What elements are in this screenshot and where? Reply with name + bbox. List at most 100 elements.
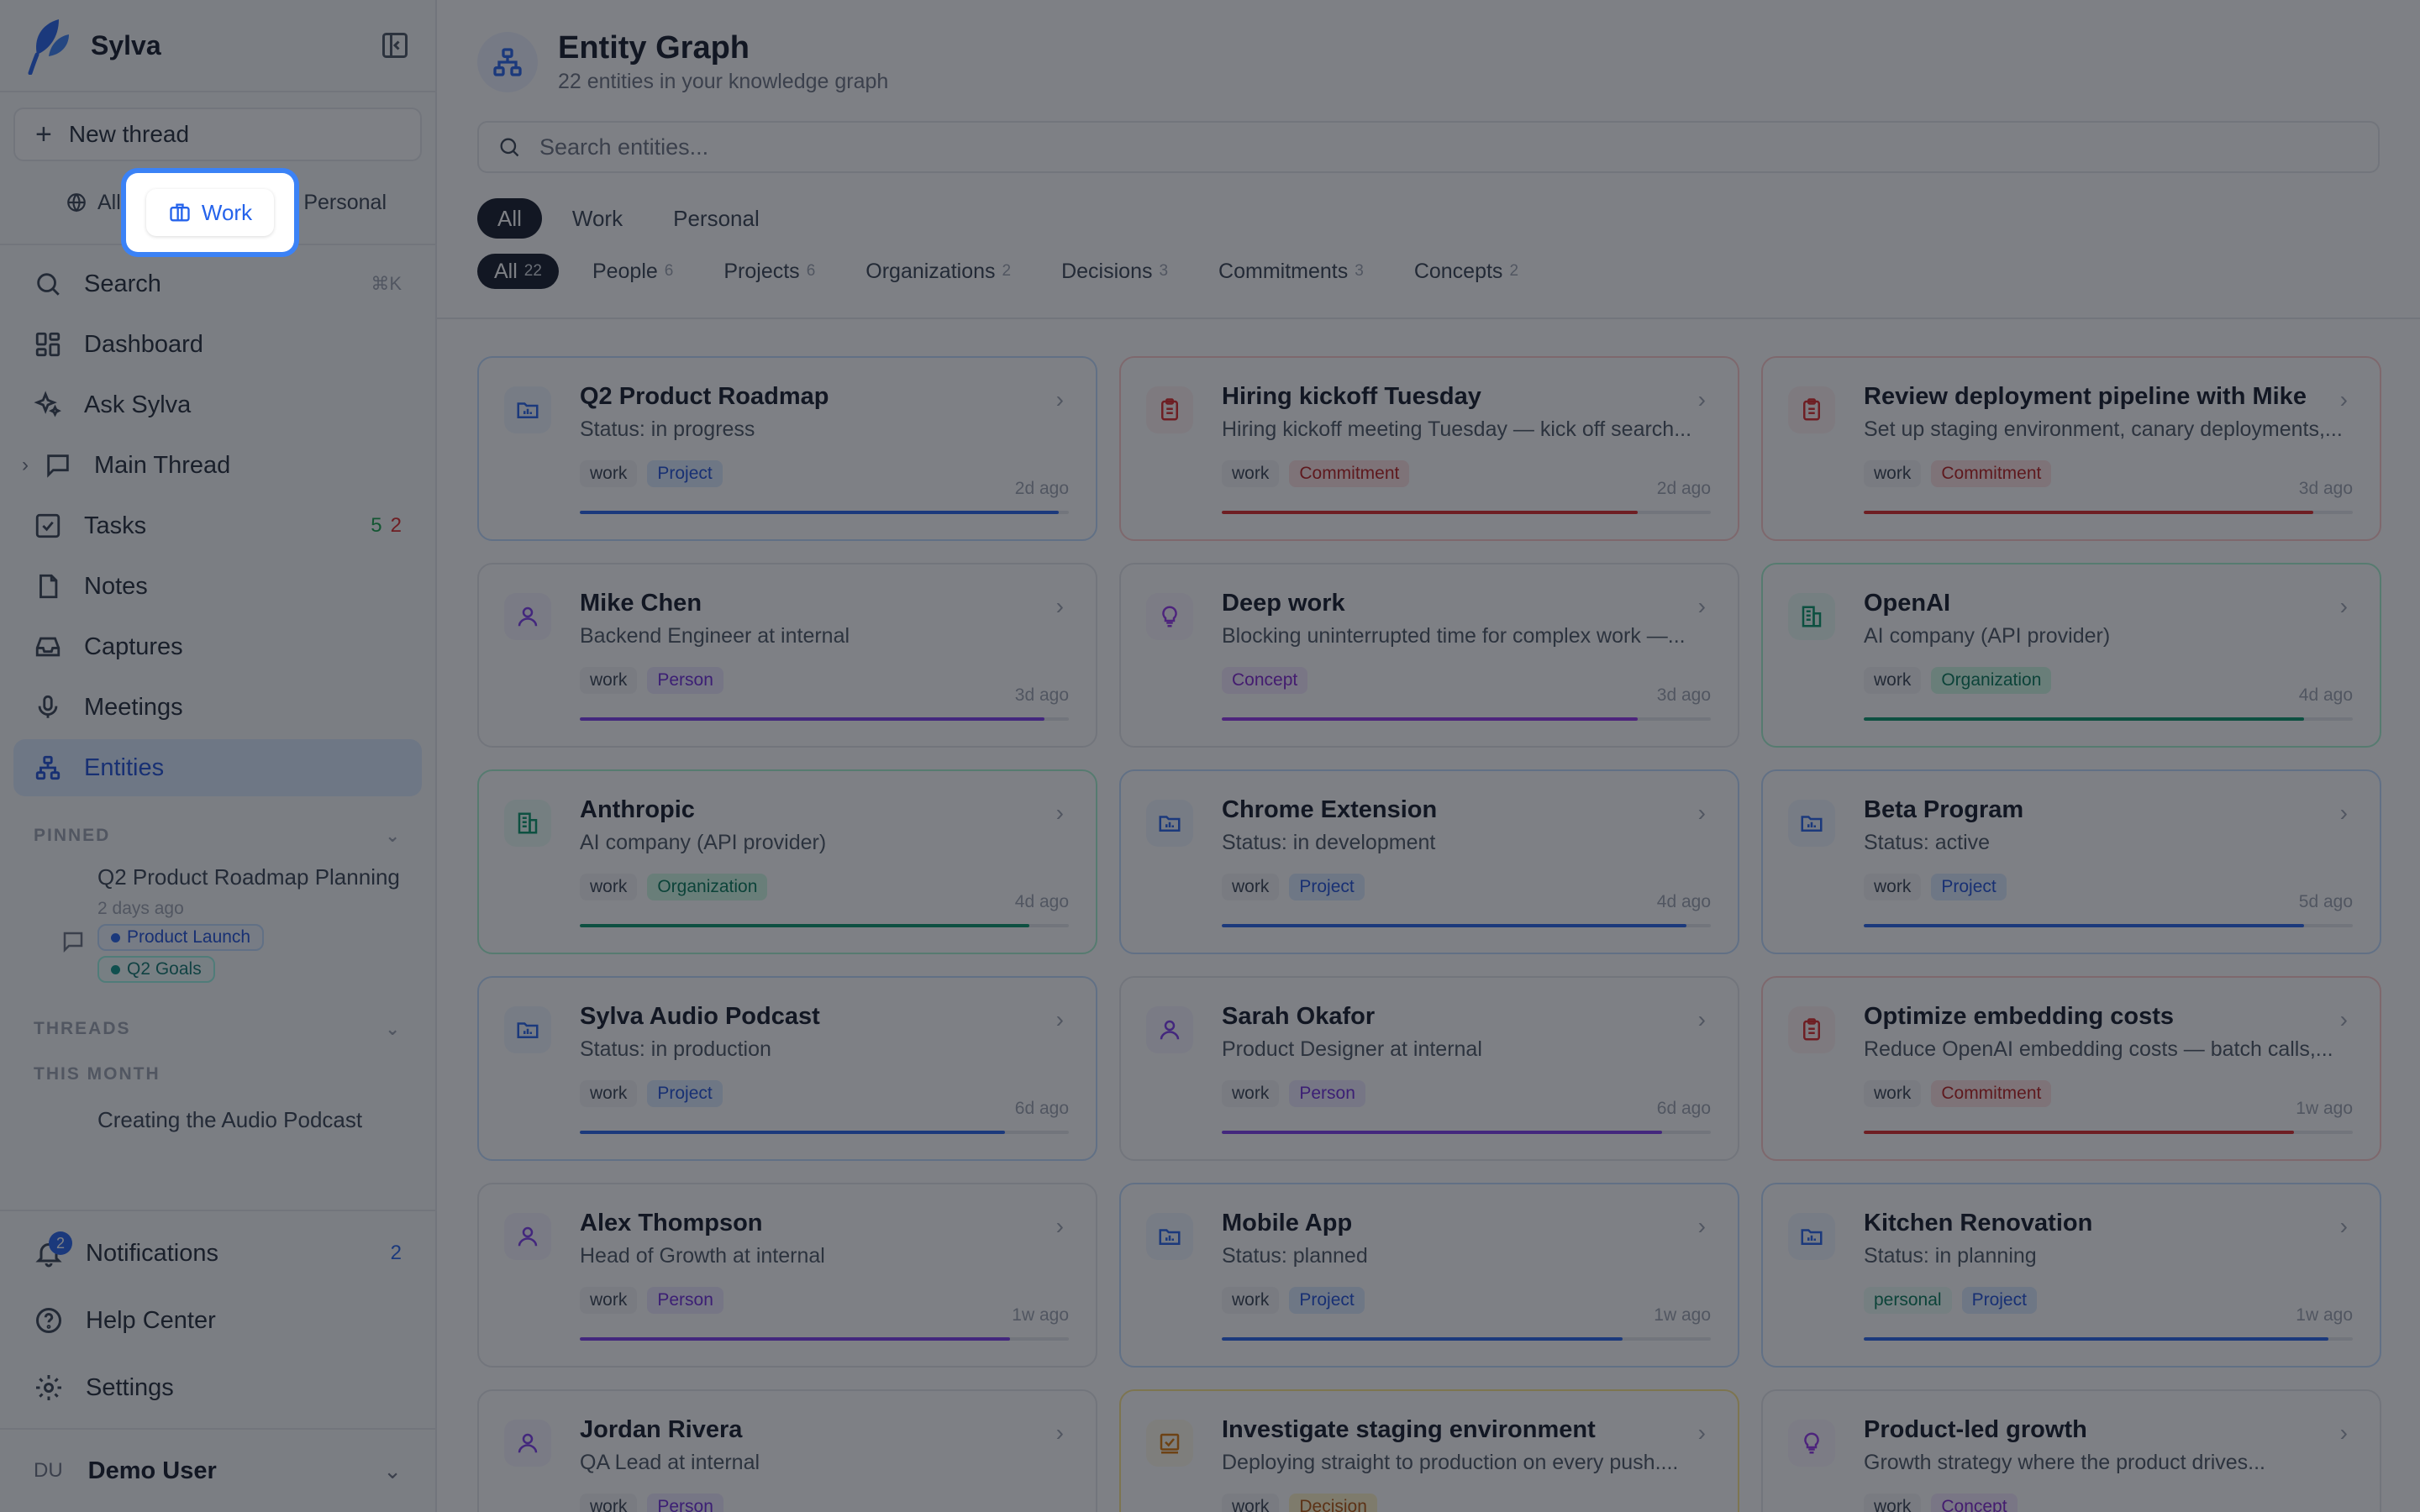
pinned-section-header[interactable]: PINNED ⌄ [0,815,435,857]
tag-dot [111,932,120,942]
nav-main-thread[interactable]: › Main Thread [13,437,422,494]
entity-title: Hiring kickoff Tuesday [1222,383,1481,410]
progress-fill [580,1131,1006,1134]
type-tab-concepts[interactable]: Concepts 2 [1397,254,1535,289]
nav-captures[interactable]: Captures [13,618,422,675]
nav-notes-label: Notes [84,572,148,600]
entity-time: 6d ago [1656,1099,1711,1118]
entity-title: Optimize embedding costs [1864,1003,2174,1030]
type-tag: Concept [1222,667,1308,694]
threads-label: THREADS [34,1019,131,1038]
collapse-sidebar-icon[interactable] [380,30,410,60]
progress-fill [580,717,1044,721]
entity-tags: work Decision [1222,1494,1711,1512]
entity-time: 1w ago [2296,1305,2353,1325]
search-input[interactable] [539,134,2360,160]
entity-card[interactable]: Sarah Okafor Product Designer at internal… [1119,976,1739,1161]
nav-search[interactable]: Search ⌘K [13,255,422,312]
type-tag: Commitment [1289,460,1410,487]
entity-subtitle: Growth strategy where the product drives… [1864,1451,2265,1474]
nav-settings[interactable]: Settings [0,1354,435,1421]
tag-q2-goals[interactable]: Q2 Goals [97,956,215,983]
type-tab-commitments[interactable]: Commitments 3 [1202,254,1381,289]
entity-title: Product-led growth [1864,1416,2087,1443]
chevron-down-icon: ⌄ [385,1019,402,1039]
nav-notifications[interactable]: 2 Notifications 2 [0,1220,435,1287]
user-icon [504,593,551,640]
entity-subtitle: Status: in planning [1864,1244,2037,1268]
nav-help-center[interactable]: Help Center [0,1287,435,1354]
entity-card[interactable]: Alex Thompson Head of Growth at internal ›… [477,1183,1097,1368]
entity-card[interactable]: Mike Chen Backend Engineer at internal › wo… [477,563,1097,748]
chevron-right-icon[interactable]: › [22,454,39,477]
entity-subtitle: Deploying straight to production on ever… [1222,1451,1679,1474]
pinned-thread[interactable]: Q2 Product Roadmap Planning 2 days ago P… [0,857,435,983]
progress-fill [1864,511,2314,514]
scope-tab-personal[interactable]: Personal [653,198,780,239]
tag-label: Q2 Goals [127,959,202,979]
entity-card[interactable]: Investigate staging environment Deploying… [1119,1389,1739,1512]
entity-search[interactable] [477,121,2380,173]
scope-tab-work[interactable]: Work [552,198,643,239]
entity-card[interactable]: Sylva Audio Podcast Status: in production… [477,976,1097,1161]
nav-notes[interactable]: Notes [13,558,422,615]
scope-all[interactable]: All [50,179,136,226]
type-tab-label: Projects [723,259,800,283]
entity-progress-bar [1864,1337,2353,1341]
scope-tab-all[interactable]: All [477,198,542,239]
page-header: Entity Graph 22 entities in your knowled… [437,0,2420,94]
entity-card[interactable]: Hiring kickoff Tuesday Hiring kickoff mee… [1119,356,1739,541]
chevron-right-icon: › [1697,1213,1706,1239]
new-thread-button[interactable]: + New thread [13,108,422,161]
brand-header: Sylva [0,0,435,92]
type-tab-count: 3 [1159,262,1169,280]
threads-section-header[interactable]: THREADS ⌄ [0,1008,435,1050]
entity-progress-bar [580,1337,1069,1341]
progress-fill [1222,717,1638,721]
tag-product-launch[interactable]: Product Launch [97,924,265,951]
entity-card[interactable]: Mobile App Status: planned › work Project 1w … [1119,1183,1739,1368]
scope-work[interactable]: Work [145,189,275,236]
entity-card[interactable]: Deep work Blocking uninterrupted time for… [1119,563,1739,748]
entity-card[interactable]: Optimize embedding costs Reduce OpenAI em… [1761,976,2381,1161]
chevron-right-icon: › [2339,1213,2348,1239]
sparkles-icon [34,391,61,417]
chevron-right-icon: › [1697,1420,1706,1446]
nav-tasks[interactable]: Tasks 52 [13,497,422,554]
entity-card[interactable]: Jordan Rivera QA Lead at internal › work Per… [477,1389,1097,1512]
user-menu[interactable]: DU Demo User ⌄ [0,1428,435,1512]
type-tab-organizations[interactable]: Organizations 2 [849,254,1028,289]
entity-card[interactable]: OpenAI AI company (API provider) › work Orga… [1761,563,2381,748]
entity-progress-bar [580,1131,1069,1134]
nav-entities[interactable]: Entities [13,739,422,796]
user-name: Demo User [87,1457,217,1484]
type-tag: Project [1961,1287,2037,1314]
progress-fill [1864,924,2304,927]
entity-card[interactable]: Anthropic AI company (API provider) › work O… [477,769,1097,954]
entity-card[interactable]: Review deployment pipeline with Mike Set … [1761,356,2381,541]
thread-item[interactable]: Creating the Audio Podcast [0,1107,435,1132]
entity-subtitle: Head of Growth at internal [580,1244,825,1268]
scope-tag: work [1864,1080,1922,1107]
entity-card[interactable]: Kitchen Renovation Status: in planning › pe… [1761,1183,2381,1368]
gear-icon [36,1375,61,1400]
entity-subtitle: AI company (API provider) [1864,624,2111,648]
nav-dashboard[interactable]: Dashboard [13,316,422,373]
entity-tags: work Project [1864,874,2353,900]
nav-meetings[interactable]: Meetings [13,679,422,736]
briefcase-icon [170,203,190,222]
entity-card[interactable]: Chrome Extension Status: in development › w… [1119,769,1739,954]
notifications-count: 2 [390,1242,402,1264]
type-tab-people[interactable]: People 6 [576,254,690,289]
type-tab-decisions[interactable]: Decisions 3 [1044,254,1185,289]
checkbox-icon [35,513,60,538]
entity-time: 4d ago [1656,892,1711,911]
entity-card[interactable]: Product-led growth Growth strategy where … [1761,1389,2381,1512]
entity-card[interactable]: Beta Program Status: active › work Project 5d… [1761,769,2381,954]
type-tab-projects[interactable]: Projects 6 [707,254,832,289]
entity-card[interactable]: Q2 Product Roadmap Status: in progress › wo… [477,356,1097,541]
nav-ask-sylva[interactable]: Ask Sylva [13,376,422,433]
type-tab-all[interactable]: All 22 [477,254,559,289]
entity-time: 3d ago [1014,685,1069,705]
entity-title: Anthropic [580,796,695,823]
